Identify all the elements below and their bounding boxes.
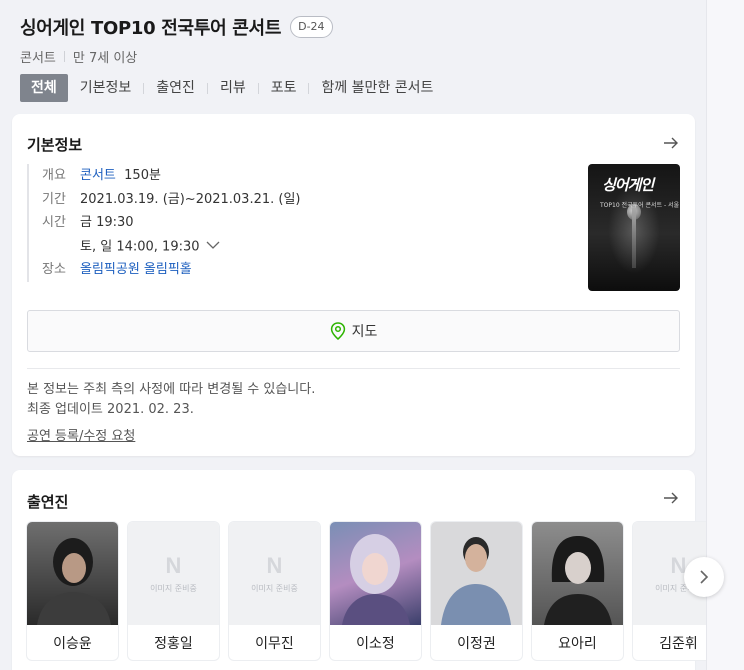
cast-photo (532, 522, 623, 625)
cast-list: 이승윤 N 이미지 준비중 정홍일 N 이미지 준비중 이무진 이소정 이정권 … (27, 522, 706, 660)
cast-item[interactable]: 요아리 (532, 522, 623, 660)
cast-name: 이무진 (255, 636, 294, 652)
cast-name: 김준휘 (659, 636, 698, 652)
cast-heading: 출연진 (27, 493, 69, 511)
basic-info-card: 기본정보 개요 콘서트 150분 기간 2021.03.19. (금)~2021… (12, 114, 695, 456)
map-pin-icon (330, 322, 345, 340)
page-title: 싱어게인 TOP10 전국투어 콘서트 (20, 18, 282, 39)
dday-badge: D-24 (290, 16, 333, 38)
empty-label (42, 235, 80, 259)
cast-item[interactable]: N 이미지 준비중 이무진 (229, 522, 320, 660)
person-icon (37, 538, 111, 625)
info-list: 개요 콘서트 150분 기간 2021.03.19. (금)~2021.03.2… (27, 164, 301, 282)
notice-text: 본 정보는 주최 측의 사정에 따라 변경될 수 있습니다. 최종 업데이트 2… (27, 380, 315, 420)
map-button[interactable]: 지도 (27, 310, 680, 352)
meta-divider (63, 51, 65, 62)
map-button-label: 지도 (351, 324, 378, 340)
basic-info-heading: 기본정보 (27, 136, 83, 154)
tab-bar: 전체 기본정보 출연진 리뷰 포토 함께 볼만한 콘서트 (20, 74, 445, 102)
event-poster[interactable]: 싱어게인 TOP10 전국투어 콘서트 - 서울 (588, 164, 680, 291)
time-value-weekend-text: 토, 일 14:00, 19:30 (80, 238, 200, 254)
title-row: 싱어게인 TOP10 전국투어 콘서트 D-24 (20, 14, 333, 40)
time-row: 시간 금 19:30 (42, 211, 301, 235)
tab-related-concerts[interactable]: 함께 볼만한 콘서트 (309, 74, 445, 102)
cast-photo (27, 522, 118, 625)
period-row: 기간 2021.03.19. (금)~2021.03.21. (일) (42, 188, 301, 212)
image-pending-text: 이미지 준비중 (150, 584, 197, 593)
venue-row: 장소 올림픽공원 올림픽홀 (42, 258, 301, 282)
change-notice: 본 정보는 주최 측의 사정에 따라 변경될 수 있습니다. (27, 382, 316, 397)
arrow-right-icon[interactable] (662, 134, 680, 152)
event-header: 싱어게인 TOP10 전국투어 콘서트 D-24 콘서트 만 7세 이상 전체 … (0, 0, 706, 110)
naver-logo-icon: N (165, 553, 182, 578)
age-limit: 만 7세 이상 (72, 51, 138, 66)
overview-value: 콘서트 150분 (80, 164, 161, 188)
cast-card: 출연진 이승윤 N 이미지 준비중 정홍일 N 이미지 준비중 이무진 이소정 … (12, 470, 706, 670)
time-value-weekend: 토, 일 14:00, 19:30 (80, 235, 220, 259)
genre-link[interactable]: 콘서트 (80, 168, 116, 183)
cast-name: 이정권 (457, 636, 496, 652)
tab-basic-info[interactable]: 기본정보 (68, 74, 144, 102)
poster-subtitle: TOP10 전국투어 콘서트 - 서울 (600, 202, 680, 209)
carousel-next-button[interactable] (684, 557, 724, 597)
cast-name: 요아리 (558, 636, 597, 652)
tab-all[interactable]: 전체 (20, 74, 68, 102)
runtime-value: 150분 (124, 168, 161, 183)
period-label: 기간 (42, 191, 66, 207)
section-divider (27, 368, 680, 369)
overview-label: 개요 (42, 168, 66, 183)
poster-title: 싱어게인 (602, 176, 654, 194)
cast-name: 이승윤 (53, 636, 92, 652)
cast-photo (330, 522, 421, 625)
venue-label: 장소 (42, 262, 66, 277)
tab-cast[interactable]: 출연진 (144, 74, 207, 102)
person-icon (544, 536, 612, 625)
person-icon (441, 537, 511, 625)
chevron-right-icon (700, 570, 709, 584)
cast-name: 정홍일 (154, 636, 193, 652)
venue-value: 올림픽공원 올림픽홀 (80, 258, 192, 282)
cast-item[interactable]: 이승윤 (27, 522, 118, 660)
overview-row: 개요 콘서트 150분 (42, 164, 301, 188)
tab-reviews[interactable]: 리뷰 (208, 74, 258, 102)
edit-request-link[interactable]: 공연 등록/수정 요청 (27, 425, 135, 444)
main-panel: 싱어게인 TOP10 전국투어 콘서트 D-24 콘서트 만 7세 이상 전체 … (0, 0, 706, 670)
cast-item[interactable]: N 이미지 준비중 정홍일 (128, 522, 219, 660)
tab-photos[interactable]: 포토 (259, 74, 309, 102)
cast-photo-placeholder: N 이미지 준비중 (128, 522, 219, 625)
time-label: 시간 (42, 215, 66, 230)
naver-logo-icon: N (266, 553, 283, 578)
event-meta: 콘서트 만 7세 이상 (20, 47, 137, 66)
category-label: 콘서트 (20, 51, 56, 66)
person-icon (342, 534, 410, 625)
venue-link[interactable]: 올림픽공원 올림픽홀 (80, 262, 192, 277)
cast-item[interactable]: 이소정 (330, 522, 421, 660)
image-pending-text: 이미지 준비중 (251, 584, 298, 593)
arrow-right-icon[interactable] (662, 489, 680, 507)
period-value: 2021.03.19. (금)~2021.03.21. (일) (80, 191, 301, 207)
chevron-down-icon[interactable] (206, 235, 220, 259)
mic-stand (632, 208, 636, 268)
cast-photo (431, 522, 522, 625)
cast-name: 이소정 (356, 636, 395, 652)
cast-item[interactable]: 이정권 (431, 522, 522, 660)
time-value-weekday: 금 19:30 (80, 215, 134, 230)
cast-photo-placeholder: N 이미지 준비중 (229, 522, 320, 625)
last-updated: 최종 업데이트 2021. 02. 23. (27, 402, 194, 417)
time-row-weekend[interactable]: 토, 일 14:00, 19:30 (42, 235, 301, 259)
